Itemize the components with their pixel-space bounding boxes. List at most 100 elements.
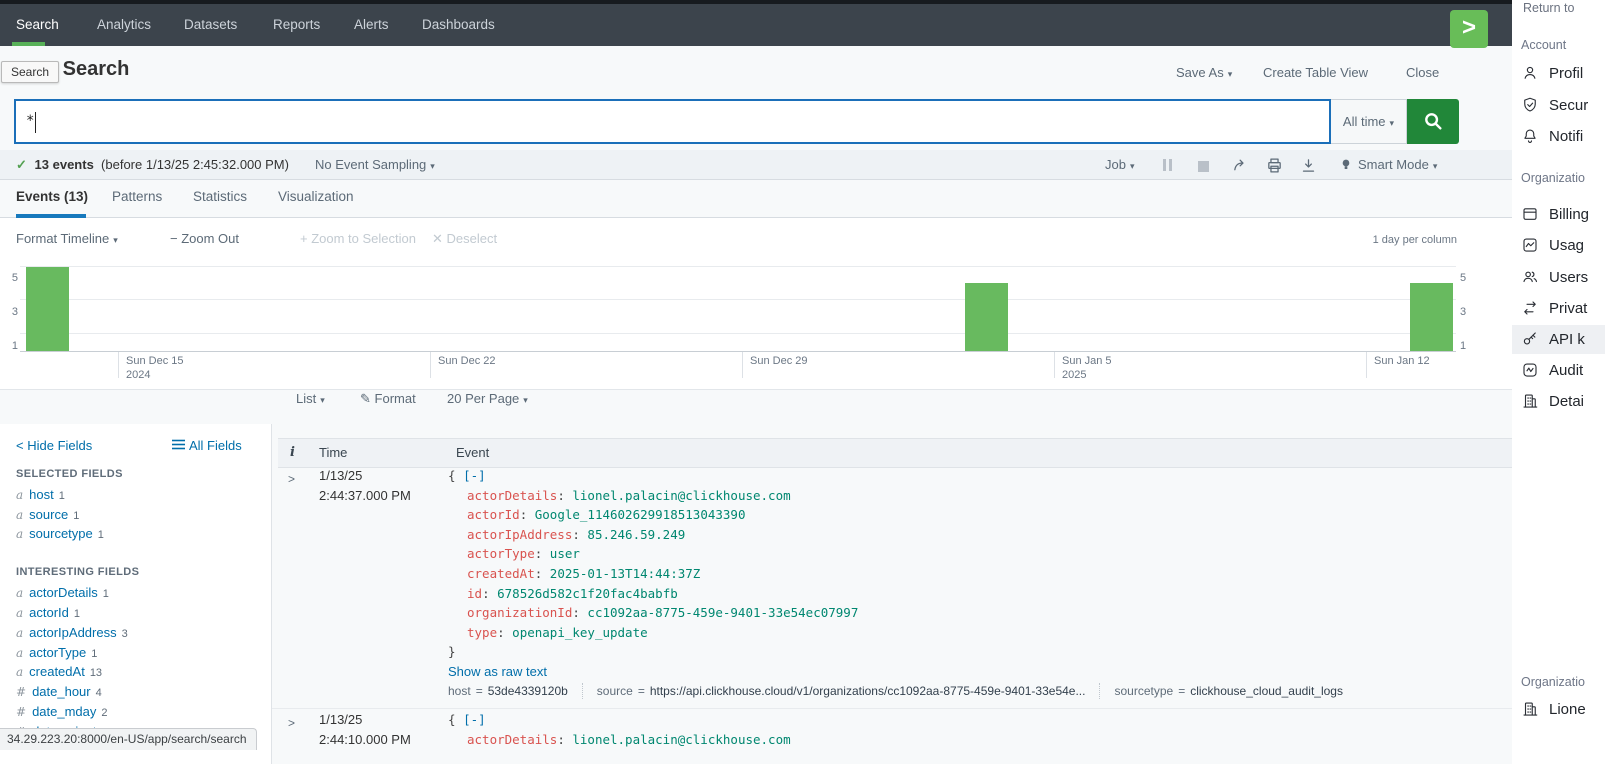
results-tabs: Events (13) Patterns Statistics Visualiz… bbox=[0, 180, 1512, 218]
return-to-link[interactable]: Return to bbox=[1523, 1, 1574, 15]
format-button[interactable]: ✎ Format bbox=[360, 391, 416, 407]
deselect-button: ✕ Deselect bbox=[432, 231, 497, 247]
menu-item-audit[interactable]: Audit bbox=[1521, 358, 1583, 382]
share-icon[interactable] bbox=[1232, 157, 1249, 177]
tab-statistics[interactable]: Statistics bbox=[193, 180, 247, 218]
expand-event-icon[interactable]: > bbox=[288, 472, 295, 486]
x-tick-label: Sun Jan 52025 bbox=[1062, 354, 1112, 382]
menu-item-organization-lionel[interactable]: Lione bbox=[1521, 697, 1586, 721]
chevron-down-icon: ▾ bbox=[1433, 161, 1438, 171]
job-menu[interactable]: Job▾ bbox=[1105, 150, 1135, 180]
collapse-json-link[interactable]: [-] bbox=[463, 468, 486, 483]
menu-item-details[interactable]: Detai bbox=[1521, 389, 1584, 413]
close-button[interactable]: Close bbox=[1406, 65, 1439, 80]
menu-item-profile[interactable]: Profil bbox=[1521, 61, 1583, 85]
events-table-header: i Time Event bbox=[278, 438, 1512, 468]
users-icon bbox=[1521, 268, 1539, 286]
timeline-chart[interactable] bbox=[20, 262, 1456, 352]
divider bbox=[1099, 683, 1100, 699]
splunk-window: Search Analytics Datasets Reports Alerts… bbox=[0, 0, 1512, 764]
event-json: { [-] actorDetails: lionel.palacin@click… bbox=[448, 710, 791, 749]
x-tick-label: Sun Jan 12 bbox=[1374, 354, 1430, 368]
time-range-picker[interactable]: All time▾ bbox=[1331, 99, 1407, 144]
gridline-5 bbox=[20, 266, 1456, 267]
field-sourcetype[interactable]: asourcetype1 bbox=[16, 526, 104, 541]
account-section-label: Account bbox=[1521, 38, 1566, 52]
building-icon bbox=[1521, 392, 1539, 410]
nav-item-analytics[interactable]: Analytics bbox=[97, 4, 151, 46]
field-source[interactable]: asource1 bbox=[16, 507, 79, 522]
event-sampling-dropdown[interactable]: No Event Sampling▾ bbox=[315, 150, 435, 180]
menu-item-api-keys[interactable]: API k bbox=[1521, 327, 1585, 351]
splunk-logo-icon[interactable]: > bbox=[1450, 10, 1488, 48]
menu-item-notifications[interactable]: Notifi bbox=[1521, 124, 1583, 148]
menu-item-billing[interactable]: Billing bbox=[1521, 202, 1589, 226]
pause-icon[interactable] bbox=[1163, 159, 1175, 174]
event-timestamp: 1/13/252:44:10.000 PM bbox=[319, 710, 411, 750]
menu-item-users[interactable]: Users bbox=[1521, 265, 1588, 289]
fields-sidebar: < Hide Fields All Fields SELECTED FIELDS… bbox=[0, 424, 272, 764]
usage-chart-icon bbox=[1521, 236, 1539, 254]
field-actoripaddress[interactable]: aactorIpAddress3 bbox=[16, 625, 128, 640]
menu-item-usage[interactable]: Usag bbox=[1521, 233, 1584, 257]
field-actorid[interactable]: aactorId1 bbox=[16, 605, 80, 620]
bell-icon bbox=[1521, 127, 1539, 145]
create-table-view-button[interactable]: Create Table View bbox=[1263, 65, 1368, 80]
list-icon bbox=[172, 439, 185, 450]
menu-item-security[interactable]: Secur bbox=[1521, 93, 1588, 117]
hide-fields-button[interactable]: < Hide Fields bbox=[16, 438, 92, 453]
timeline-bar-jan13[interactable] bbox=[1410, 283, 1453, 351]
field-createdat[interactable]: acreatedAt13 bbox=[16, 664, 102, 679]
timeline-bar-jan3[interactable] bbox=[965, 283, 1008, 351]
all-fields-button[interactable]: All Fields bbox=[172, 438, 242, 453]
field-actordetails[interactable]: aactorDetails1 bbox=[16, 585, 109, 600]
column-time: Time bbox=[319, 445, 347, 460]
events-count: 13 events bbox=[35, 157, 94, 172]
field-date-hour[interactable]: #date_hour4 bbox=[16, 684, 102, 699]
search-input[interactable]: * bbox=[14, 99, 1331, 144]
row-divider bbox=[272, 708, 1512, 709]
nav-item-search[interactable]: Search bbox=[16, 4, 59, 46]
export-icon[interactable] bbox=[1300, 157, 1317, 177]
expand-event-icon[interactable]: > bbox=[288, 716, 295, 730]
tab-visualization[interactable]: Visualization bbox=[278, 180, 354, 218]
user-icon bbox=[1521, 64, 1539, 82]
event-json: { [-] actorDetails: lionel.palacin@click… bbox=[448, 466, 858, 682]
event-timestamp: 1/13/252:44:37.000 PM bbox=[319, 466, 411, 506]
per-page-dropdown[interactable]: 20 Per Page▾ bbox=[447, 391, 528, 406]
print-icon[interactable] bbox=[1266, 157, 1283, 177]
divider bbox=[582, 683, 583, 699]
nav-item-datasets[interactable]: Datasets bbox=[184, 4, 237, 46]
timeline-bar-dec13[interactable] bbox=[26, 267, 69, 352]
format-timeline-dropdown[interactable]: Format Timeline▾ bbox=[16, 231, 118, 246]
sourcetype-value[interactable]: clickhouse_cloud_audit_logs bbox=[1190, 684, 1343, 698]
nav-item-reports[interactable]: Reports bbox=[273, 4, 320, 46]
events-qualifier: (before 1/13/25 2:45:32.000 PM) bbox=[101, 157, 289, 172]
bulb-icon bbox=[1338, 157, 1354, 176]
chevron-down-icon: ▾ bbox=[1228, 69, 1233, 79]
zoom-out-button[interactable]: − Zoom Out bbox=[170, 231, 239, 246]
search-button[interactable] bbox=[1407, 99, 1459, 144]
list-view-dropdown[interactable]: List▾ bbox=[296, 391, 325, 406]
save-as-button[interactable]: Save As▾ bbox=[1176, 65, 1232, 80]
show-raw-text-link[interactable]: Show as raw text bbox=[448, 664, 547, 679]
clickhouse-cloud-menu: Return to Account Profil Secur Notifi Or… bbox=[1512, 0, 1605, 764]
host-value[interactable]: 53de4339120b bbox=[488, 684, 568, 698]
nav-item-alerts[interactable]: Alerts bbox=[354, 4, 389, 46]
field-host[interactable]: ahost1 bbox=[16, 487, 65, 502]
field-date-mday[interactable]: #date_mday2 bbox=[16, 704, 108, 719]
x-tick bbox=[1366, 352, 1367, 378]
collapse-json-link[interactable]: [-] bbox=[463, 712, 486, 727]
source-value[interactable]: https://api.clickhouse.cloud/v1/organiza… bbox=[650, 684, 1086, 698]
menu-item-private-endpoints[interactable]: Privat bbox=[1521, 296, 1587, 320]
search-mode-dropdown[interactable]: Smart Mode▾ bbox=[1358, 150, 1437, 180]
field-actortype[interactable]: aactorType1 bbox=[16, 645, 97, 660]
audit-pulse-icon bbox=[1521, 361, 1539, 379]
y-tick-right-1: 1 bbox=[1460, 340, 1474, 352]
tab-events[interactable]: Events (13) bbox=[16, 180, 88, 218]
results-toolbar: List▾ ✎ Format 20 Per Page▾ bbox=[272, 383, 1512, 417]
y-tick-right-5: 5 bbox=[1460, 272, 1474, 284]
stop-icon[interactable] bbox=[1198, 160, 1209, 175]
tab-patterns[interactable]: Patterns bbox=[112, 180, 162, 218]
nav-item-dashboards[interactable]: Dashboards bbox=[422, 4, 495, 46]
